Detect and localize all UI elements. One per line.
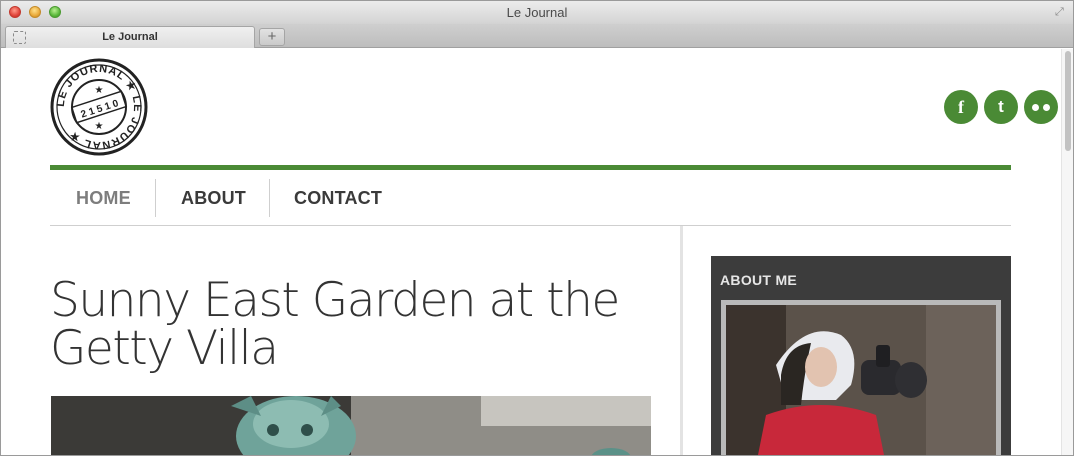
scrollbar-thumb[interactable] [1065,51,1071,151]
nav-divider [269,179,270,217]
sidebar-title: ABOUT ME [720,272,798,288]
post-title-line-2: Getty Villa [50,321,279,376]
nav-home-link[interactable]: HOME [76,179,131,217]
about-me-photo-frame [721,300,1001,455]
fullscreen-icon[interactable]: ⤢ [1055,6,1067,18]
svg-text:★: ★ [95,85,104,96]
title-bar[interactable]: Le Journal ⤢ [1,1,1073,24]
svg-text:2 1 5 1 0: 2 1 5 1 0 [80,98,121,121]
post-title[interactable]: Sunny East Garden at the Getty Villa [50,277,650,373]
column-divider [680,226,683,455]
page-content: LE JOURNAL ★ LE JOURNAL ★ 2 1 5 1 0 ★ ★ … [1,49,1061,455]
woman-with-camera-image [726,305,996,455]
twitter-icon[interactable]: t [984,90,1018,124]
facebook-icon[interactable]: f [944,90,978,124]
nav-about-link[interactable]: ABOUT [181,179,246,217]
about-me-photo[interactable] [726,305,996,455]
main-nav: HOME ABOUT CONTACT [50,170,1011,226]
nav-contact-link[interactable]: CONTACT [294,179,382,217]
tab-label: Le Journal [102,31,158,43]
tab-le-journal[interactable]: Le Journal [5,26,255,48]
sidebar-about-me: ABOUT ME [711,256,1011,455]
tab-bar: Le Journal + [1,24,1073,48]
flickr-icon[interactable] [1024,90,1058,124]
browser-window: Le Journal ⤢ Le Journal + LE JOURNAL ★ L… [0,0,1074,456]
svg-text:★: ★ [95,121,104,132]
post-title-line-1: Sunny East Garden at the [50,273,620,328]
window-title: Le Journal [506,5,568,20]
new-tab-button[interactable]: + [259,28,285,46]
fountain-statue-image [51,396,651,455]
nav-divider [155,179,156,217]
post-hero-image[interactable] [51,396,651,455]
page-scrollbar[interactable] [1061,49,1073,455]
flickr-dot-right [1043,104,1050,111]
le-journal-stamp-logo[interactable]: LE JOURNAL ★ LE JOURNAL ★ 2 1 5 1 0 ★ ★ [49,57,149,157]
flickr-dot-left [1032,104,1039,111]
